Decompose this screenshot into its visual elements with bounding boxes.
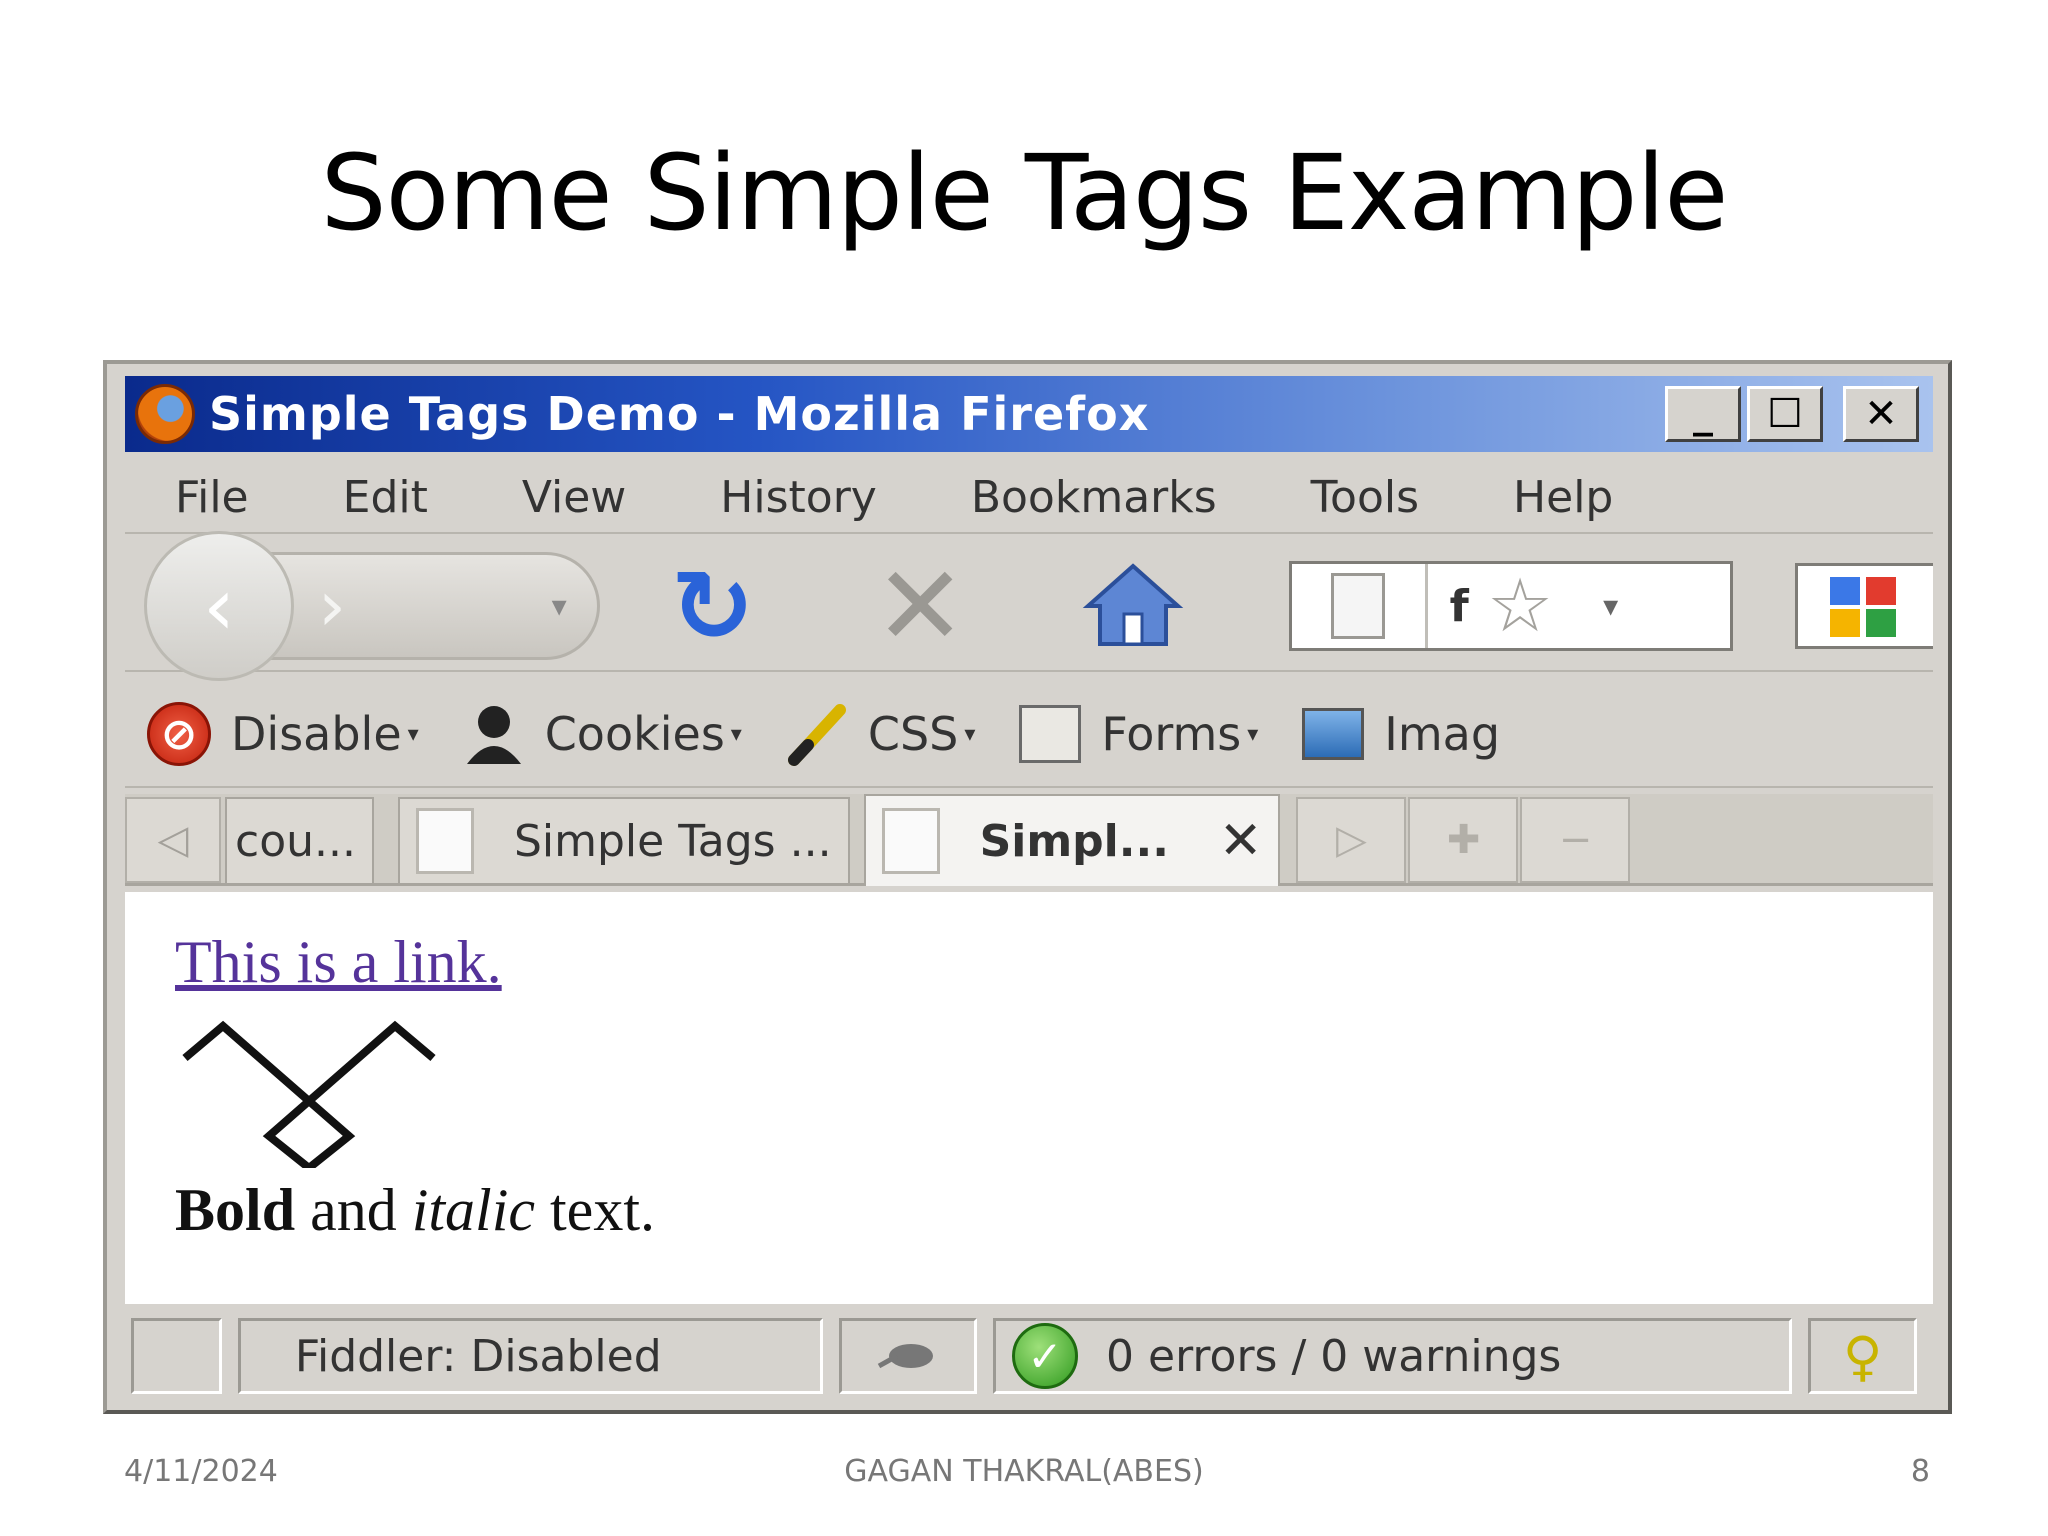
formatted-text: Bold and italic text.	[175, 1176, 655, 1245]
bold-text: Bold	[175, 1177, 296, 1243]
css-label: CSS	[867, 707, 959, 761]
list-tabs-icon[interactable]: −	[1520, 797, 1631, 883]
menu-history[interactable]: History	[720, 472, 877, 523]
dropdown-caret-icon: ▾	[964, 721, 976, 747]
fiddler-status[interactable]: Fiddler: Disabled	[237, 1318, 823, 1394]
checkmark-icon: ✓	[1012, 1323, 1079, 1389]
images-label: Imag	[1384, 707, 1501, 761]
menu-help[interactable]: Help	[1513, 472, 1613, 523]
plain-text: and	[295, 1177, 412, 1243]
demo-image	[182, 1020, 436, 1168]
back-forward-group: ‹ › ▾	[144, 531, 600, 681]
status-bar: Fiddler: Disabled ✓ 0 errors / 0 warning…	[125, 1310, 1933, 1402]
stop-icon[interactable]: ✕	[865, 542, 975, 670]
cookies-icon	[466, 706, 521, 764]
disable-menu[interactable]: ⊘ Disable ▾	[147, 702, 419, 766]
search-engine-box[interactable]	[1795, 563, 1933, 649]
bug-icon	[877, 1344, 933, 1369]
tab-strip: ◁ cou... Simple Tags ... Simpl... ✕ ▷ ✚ …	[125, 794, 1933, 886]
cookies-menu[interactable]: Cookies ▾	[463, 702, 742, 766]
tab-scroll-left-icon[interactable]: ◁	[125, 797, 221, 883]
dropdown-caret-icon: ▾	[407, 721, 419, 747]
css-menu[interactable]: CSS ▾	[786, 702, 976, 766]
window-titlebar[interactable]: Simple Tags Demo - Mozilla Firefox _ ☐ ✕	[125, 376, 1933, 452]
home-icon[interactable]	[1073, 551, 1193, 661]
italic-text: italic	[411, 1177, 536, 1243]
key-status[interactable]: ♀	[1808, 1318, 1917, 1394]
google-icon	[1829, 577, 1896, 637]
status-cell-empty	[131, 1318, 222, 1394]
footer-author: GAGAN THAKRAL(ABES)	[844, 1454, 1204, 1489]
forward-arrow-icon[interactable]: ›	[318, 565, 346, 647]
tab-3-active[interactable]: Simpl... ✕	[863, 794, 1281, 886]
css-icon	[787, 704, 846, 766]
new-tab-icon[interactable]: ✚	[1408, 797, 1519, 883]
history-dropdown-icon[interactable]: ▾	[552, 589, 567, 624]
menu-edit[interactable]: Edit	[343, 472, 428, 523]
menu-bookmarks[interactable]: Bookmarks	[971, 472, 1217, 523]
tab-2[interactable]: Simple Tags ...	[397, 797, 850, 883]
browser-screenshot: Simple Tags Demo - Mozilla Firefox _ ☐ ✕…	[103, 360, 1952, 1414]
page-content: This is a link. Bold and italic text.	[125, 892, 1933, 1304]
tab-label: cou...	[235, 815, 356, 867]
dropdown-caret-icon: ▾	[1247, 721, 1259, 747]
plain-text-end: text.	[535, 1177, 655, 1243]
close-window-button[interactable]: ✕	[1843, 386, 1919, 442]
bug-status[interactable]	[838, 1318, 978, 1394]
navigation-toolbar: ‹ › ▾ ↻ ✕ f ☆ ▾	[125, 531, 1933, 681]
validation-status-text: 0 errors / 0 warnings	[1106, 1330, 1562, 1382]
forms-icon	[1019, 705, 1082, 763]
images-menu[interactable]: Imag	[1302, 707, 1500, 761]
minimize-button[interactable]: _	[1665, 386, 1741, 442]
url-text: f	[1449, 580, 1469, 632]
tab-scroll-right-icon[interactable]: ▷	[1296, 797, 1407, 883]
web-developer-toolbar: ⊘ Disable ▾ Cookies ▾ CSS ▾ Forms ▾ Imag	[125, 682, 1933, 788]
reload-icon[interactable]: ↻	[658, 548, 768, 665]
demo-link[interactable]: This is a link.	[175, 928, 502, 997]
dropdown-caret-icon: ▾	[730, 721, 742, 747]
forms-label: Forms	[1101, 707, 1242, 761]
tab-label: Simpl...	[979, 815, 1169, 867]
footer-page-number: 8	[1910, 1454, 1930, 1489]
disable-icon: ⊘	[147, 702, 211, 766]
menu-tools[interactable]: Tools	[1311, 472, 1419, 523]
slide-title: Some Simple Tags Example	[320, 132, 1729, 254]
close-tab-icon[interactable]: ✕	[1219, 811, 1263, 871]
star-icon[interactable]: ☆	[1487, 563, 1553, 649]
key-icon: ♀	[1842, 1324, 1883, 1388]
tab-1[interactable]: cou...	[225, 797, 374, 883]
disable-label: Disable	[231, 707, 402, 761]
page-icon	[1292, 564, 1428, 648]
firefox-logo-icon	[135, 384, 195, 444]
page-icon	[881, 808, 940, 874]
menu-bar: File Edit View History Bookmarks Tools H…	[125, 462, 1933, 534]
url-dropdown-icon[interactable]: ▾	[1603, 589, 1618, 624]
images-icon	[1302, 708, 1365, 760]
validation-status[interactable]: ✓ 0 errors / 0 warnings	[993, 1318, 1793, 1394]
url-bar[interactable]: f ☆ ▾	[1288, 561, 1734, 651]
fiddler-status-text: Fiddler: Disabled	[294, 1330, 662, 1382]
cookies-label: Cookies	[544, 707, 725, 761]
tab-label: Simple Tags ...	[513, 815, 832, 867]
window-title: Simple Tags Demo - Mozilla Firefox	[209, 387, 1150, 441]
maximize-button[interactable]: ☐	[1747, 386, 1823, 442]
window-controls: _ ☐ ✕	[1665, 386, 1919, 442]
page-icon	[415, 808, 474, 874]
back-arrow-icon[interactable]: ‹	[144, 531, 294, 681]
menu-view[interactable]: View	[522, 472, 626, 523]
forms-menu[interactable]: Forms ▾	[1019, 705, 1258, 763]
menu-file[interactable]: File	[175, 472, 249, 523]
